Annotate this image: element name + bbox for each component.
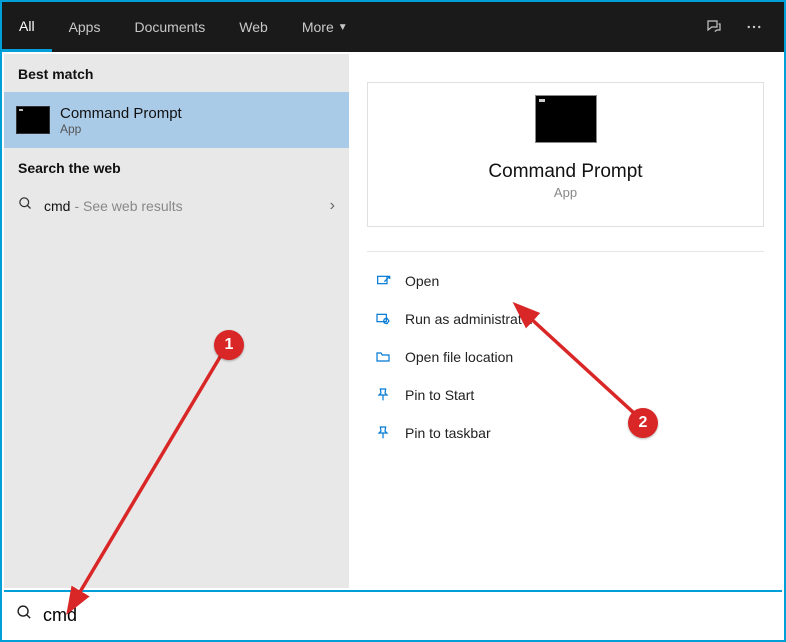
best-match-subtitle: App [60, 122, 182, 136]
action-pin-to-start[interactable]: Pin to Start [367, 376, 764, 414]
chevron-down-icon: ▼ [338, 22, 348, 33]
web-result-term: cmd [44, 198, 70, 214]
action-run-admin-label: Run as administrator [405, 311, 534, 327]
cmd-icon [535, 95, 597, 143]
open-icon [373, 271, 393, 291]
best-match-item[interactable]: Command Prompt App [4, 92, 349, 148]
chevron-right-icon: › [330, 197, 335, 215]
web-result-item[interactable]: cmd - See web results › [4, 186, 349, 226]
action-run-as-administrator[interactable]: Run as administrator [367, 300, 764, 338]
filter-tabs: All Apps Documents Web More ▼ [2, 2, 365, 52]
admin-icon [373, 309, 393, 329]
action-pin-to-taskbar[interactable]: Pin to taskbar [367, 414, 764, 452]
action-open-label: Open [405, 273, 439, 289]
tab-all[interactable]: All [2, 2, 52, 52]
body: Best match Command Prompt App Search the… [4, 54, 782, 588]
divider [367, 251, 764, 252]
folder-icon [373, 347, 393, 367]
preview-pane: Command Prompt App Open Run as administr… [349, 54, 782, 588]
action-open-file-location[interactable]: Open file location [367, 338, 764, 376]
top-filter-bar: All Apps Documents Web More ▼ [2, 2, 784, 52]
search-web-heading: Search the web [4, 148, 349, 186]
preview-card: Command Prompt App [367, 82, 764, 227]
best-match-texts: Command Prompt App [60, 105, 182, 136]
tab-documents[interactable]: Documents [117, 2, 222, 52]
tab-more-label: More [302, 19, 334, 35]
results-pane: Best match Command Prompt App Search the… [4, 54, 349, 588]
pin-icon [373, 423, 393, 443]
preview-subtitle: App [554, 185, 577, 200]
cmd-icon [16, 106, 50, 134]
tab-more[interactable]: More ▼ [285, 2, 365, 52]
topbar-right [694, 2, 784, 52]
tab-apps[interactable]: Apps [52, 2, 118, 52]
windows-search-panel: All Apps Documents Web More ▼ Best match [0, 0, 786, 642]
feedback-icon[interactable] [694, 7, 734, 47]
best-match-title: Command Prompt [60, 105, 182, 122]
tab-web[interactable]: Web [222, 2, 285, 52]
action-open[interactable]: Open [367, 262, 764, 300]
action-open-loc-label: Open file location [405, 349, 513, 365]
preview-header: Command Prompt App [368, 83, 763, 200]
preview-title: Command Prompt [488, 161, 642, 183]
search-input[interactable] [43, 605, 770, 626]
search-bar[interactable] [4, 590, 782, 638]
search-icon [16, 604, 33, 626]
pin-icon [373, 385, 393, 405]
search-icon [18, 196, 34, 216]
actions-list: Open Run as administrator Open file loca… [349, 258, 782, 456]
action-pin-taskbar-label: Pin to taskbar [405, 425, 491, 441]
best-match-heading: Best match [4, 54, 349, 92]
action-pin-start-label: Pin to Start [405, 387, 474, 403]
more-options-icon[interactable] [734, 7, 774, 47]
web-result-hint: - See web results [74, 198, 182, 214]
